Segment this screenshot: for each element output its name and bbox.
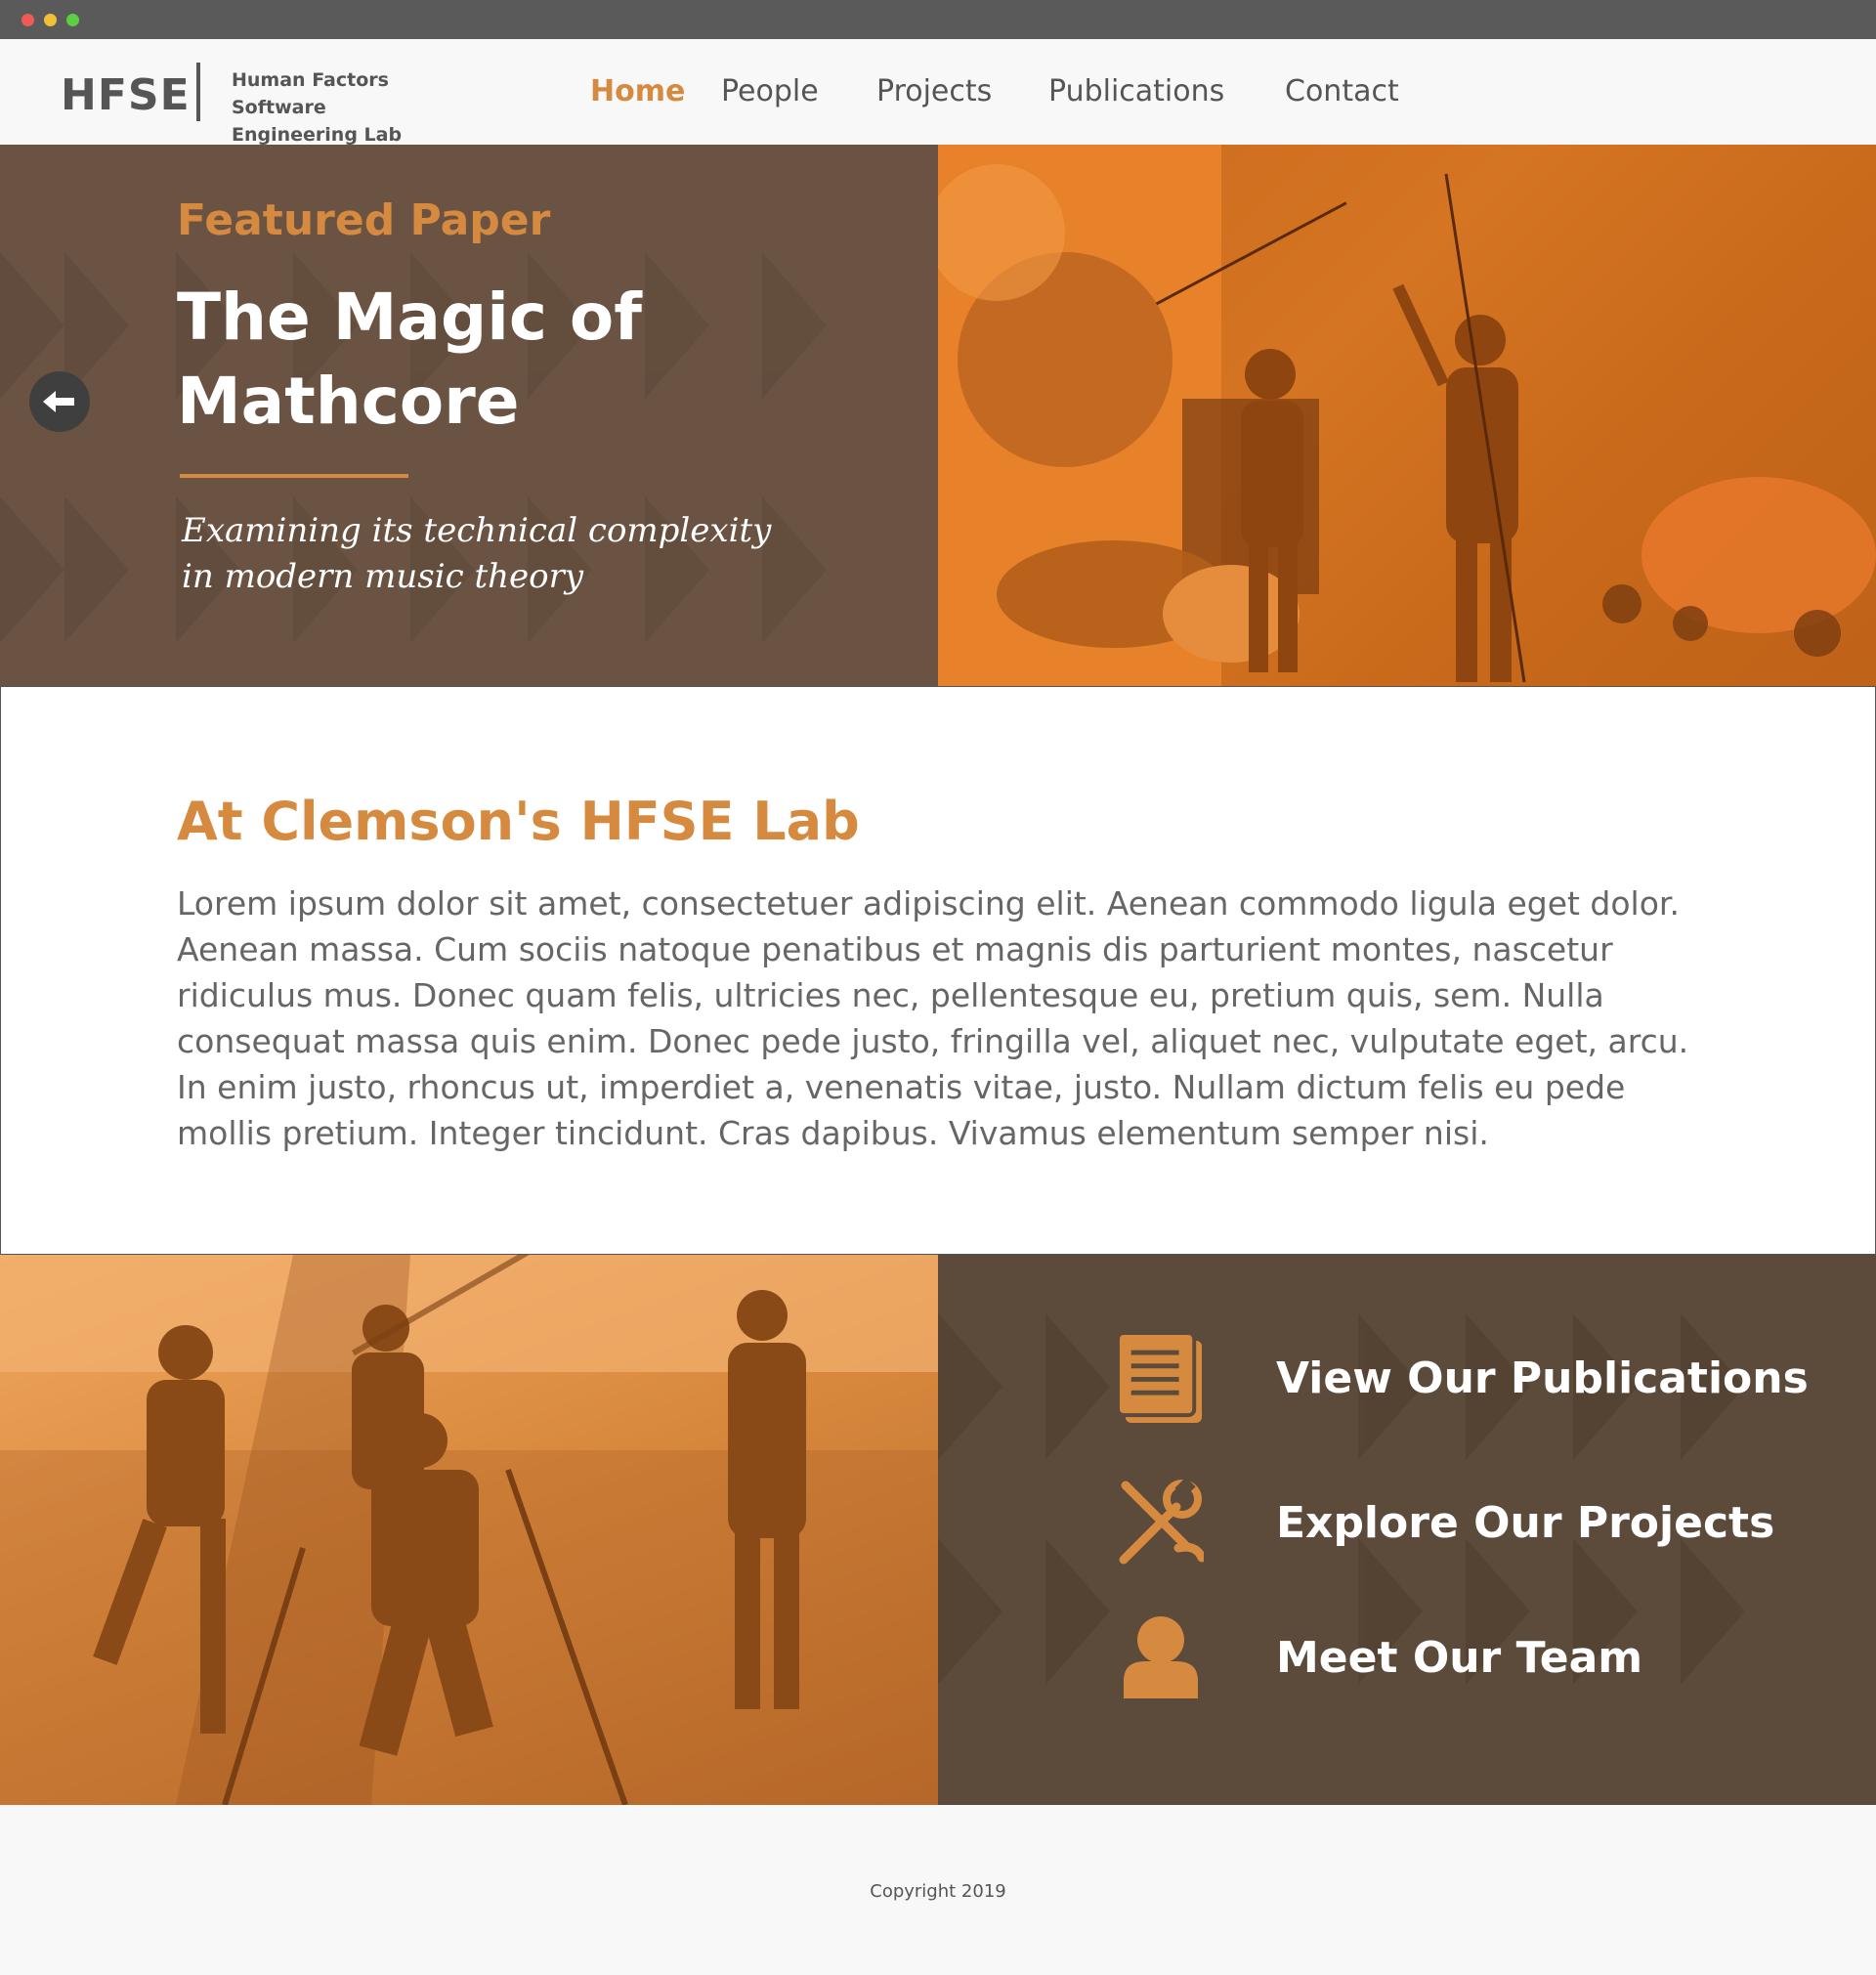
concert-photo-illustration (938, 145, 1876, 686)
quick-links-section: View Our Publications Explore Our Projec… (0, 1255, 1876, 1805)
link-team[interactable]: Meet Our Team (1118, 1611, 1642, 1703)
logo-divider (196, 63, 200, 121)
hero-text-panel: Featured Paper The Magic of Mathcore Exa… (0, 145, 938, 686)
hero-concert-photo (938, 145, 1876, 686)
hero-divider (180, 474, 408, 478)
nav-projects[interactable]: Projects (876, 74, 992, 108)
band-photo-illustration (0, 1255, 938, 1805)
copyright-text: Copyright 2019 (870, 1881, 1006, 1902)
logo-subtitle-line1: Human Factors Software (232, 69, 389, 118)
link-publications[interactable]: View Our Publications (1118, 1332, 1809, 1424)
site-footer: Copyright 2019 (0, 1805, 1876, 1975)
carousel-prev-button[interactable] (29, 371, 90, 432)
nav-publications[interactable]: Publications (1048, 74, 1224, 108)
about-title: At Clemson's HFSE Lab (177, 791, 860, 852)
about-body: Lorem ipsum dolor sit amet, consectetuer… (177, 884, 1689, 1152)
nav-contact[interactable]: Contact (1285, 74, 1399, 108)
close-window-button[interactable] (21, 14, 34, 26)
band-photo (0, 1255, 938, 1805)
user-icon (1118, 1611, 1204, 1703)
window-titlebar (0, 0, 1876, 39)
link-projects-label: Explore Our Projects (1276, 1497, 1775, 1548)
link-projects[interactable]: Explore Our Projects (1118, 1477, 1774, 1568)
tools-icon (1118, 1477, 1204, 1568)
maximize-window-button[interactable] (66, 14, 79, 26)
document-icon (1118, 1332, 1204, 1424)
hero-title[interactable]: The Magic of Mathcore (177, 276, 763, 444)
link-team-label: Meet Our Team (1276, 1632, 1643, 1683)
site-logo[interactable]: HFSE (61, 70, 191, 120)
nav-people[interactable]: People (721, 74, 819, 108)
minimize-window-button[interactable] (44, 14, 57, 26)
nav-home[interactable]: Home (590, 74, 685, 108)
about-section: At Clemson's HFSE Lab Lorem ipsum dolor … (0, 686, 1876, 1255)
hero-carousel: Featured Paper The Magic of Mathcore Exa… (0, 145, 1876, 686)
hero-subtitle: Examining its technical complexity in mo… (182, 511, 772, 596)
hero-eyebrow: Featured Paper (177, 195, 551, 245)
arrow-left-icon (43, 391, 74, 412)
links-panel: View Our Publications Explore Our Projec… (938, 1255, 1876, 1805)
link-publications-label: View Our Publications (1276, 1352, 1809, 1403)
site-header: HFSE Human Factors Software Engineering … (0, 39, 1876, 146)
logo-subtitle: Human Factors Software Engineering Lab (232, 66, 486, 149)
